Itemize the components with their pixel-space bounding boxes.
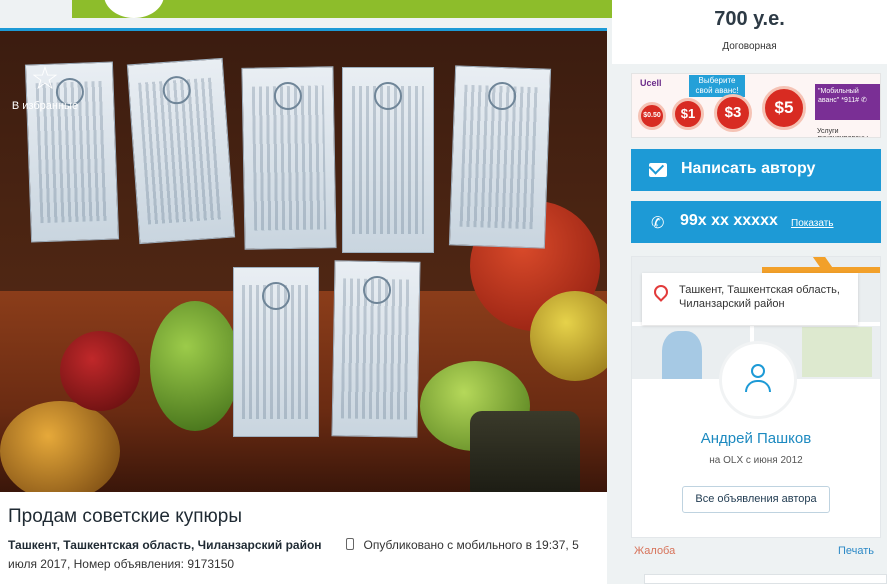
add-to-favorites-button[interactable]: ☆ В избранные <box>0 62 90 122</box>
banknote <box>233 267 319 437</box>
banner-amount: $1 <box>672 98 704 130</box>
ad-info-line: Ташкент, Ташкентская область, Чиланзарск… <box>8 536 603 574</box>
banner-circle <box>104 0 164 18</box>
price-value: 700 у.е. <box>714 8 785 30</box>
favorites-label: В избранные <box>11 100 79 112</box>
author-name[interactable]: Андрей Пашков <box>632 430 880 447</box>
banknote <box>448 65 552 249</box>
phone-icon: ✆ <box>651 215 665 232</box>
banknote <box>342 67 434 253</box>
location-pin-icon <box>651 282 671 302</box>
banner-amount: $0.50 <box>638 102 666 130</box>
ad-location: Ташкент, Ташкентская область, Чиланзарск… <box>8 538 322 552</box>
price-card: 700 у.е. Договорная <box>612 0 887 64</box>
ad-photo[interactable] <box>0 31 607 492</box>
map-park <box>802 327 872 377</box>
banner-amount: $5 <box>762 86 806 130</box>
photo-fruit <box>0 401 120 492</box>
print-link[interactable]: Печать <box>838 545 874 557</box>
banknote <box>241 66 337 250</box>
mobile-icon <box>345 538 354 550</box>
map-location-popup: Ташкент, Ташкентская область, Чиланзарск… <box>642 273 858 325</box>
ad-title: Продам советские купюры <box>8 506 243 527</box>
photo-fruit <box>60 331 140 411</box>
photo-fruit <box>150 301 240 431</box>
envelope-icon <box>649 163 667 177</box>
star-icon: ☆ <box>30 60 60 96</box>
banknote <box>126 57 236 245</box>
map-location-text: Ташкент, Ташкентская область, Чиланзарск… <box>679 284 840 310</box>
author-avatar <box>719 341 797 419</box>
bottom-panel <box>644 574 887 584</box>
author-card: Ташкент, Ташкентская область, Чиланзарск… <box>631 256 881 538</box>
banner-amount: $3 <box>714 94 752 132</box>
user-icon <box>751 364 765 378</box>
photo-fruit <box>470 411 580 492</box>
banner-brand: Ucell <box>640 78 662 88</box>
write-author-label: Написать автору <box>681 160 816 177</box>
user-icon-body <box>745 380 771 392</box>
map-water <box>662 331 702 379</box>
banner-footer: Услуги лицензированы <box>817 128 868 137</box>
show-phone-link[interactable]: Показать <box>791 218 834 229</box>
report-link[interactable]: Жалоба <box>634 545 675 557</box>
author-since: на OLX с июня 2012 <box>709 455 803 466</box>
write-author-button[interactable]: Написать автору <box>631 149 881 191</box>
phone-button[interactable]: ✆ 99x xx xxxxx Показать <box>631 201 881 243</box>
all-author-ads-button[interactable]: Все объявления автора <box>682 486 830 513</box>
price-note: Договорная <box>722 41 777 52</box>
ad-title-card: Продам советские купюры Ташкент, Ташкент… <box>0 492 607 584</box>
banner-advertisement[interactable]: Ucell Выберите свой аванс! $0.50 $1 $3 $… <box>631 73 881 138</box>
phone-number: 99x xx xxxxx <box>680 212 778 229</box>
banknote <box>331 260 421 438</box>
top-banner <box>72 0 612 18</box>
banner-side-text: "Мобильный аванс" *911# ✆ <box>815 84 880 120</box>
